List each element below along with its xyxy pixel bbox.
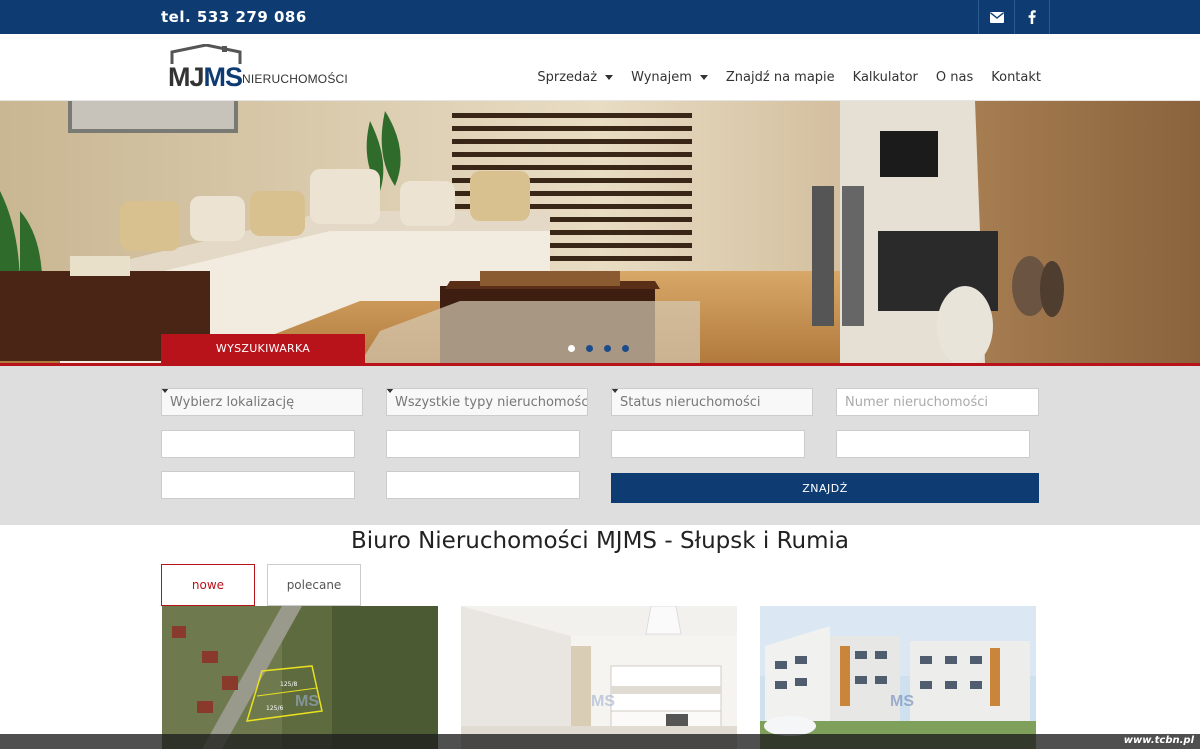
nav-znajdz-na-mapie[interactable]: Znajdź na mapie (726, 70, 835, 85)
facebook-icon[interactable] (1014, 0, 1050, 34)
nav-label: Znajdź na mapie (725, 70, 835, 85)
search-submit-button[interactable]: ZNAJDŹ (611, 473, 1039, 503)
card-watermark-logo: MS (890, 693, 914, 710)
search-field-input[interactable] (611, 430, 805, 458)
nav-kalkulator[interactable]: Kalkulator (853, 70, 918, 85)
logo-mark-blue: MS (203, 62, 243, 92)
envelope-icon[interactable] (978, 0, 1014, 34)
card-watermark-logo: MS (591, 693, 615, 710)
search-panel: Wybierz lokalizację Wszystkie typy nieru… (0, 363, 1200, 525)
search-field-input[interactable] (836, 430, 1030, 458)
logo-mark-dark: MJ (168, 62, 205, 92)
phone-number[interactable]: tel. 533 279 086 (161, 8, 307, 26)
logo-subtitle: NIERUCHOMOŚCI (242, 72, 348, 86)
main-nav: Sprzedaż Wynajem Znajdź na mapie Kalkula… (537, 70, 1041, 85)
location-select[interactable]: Wybierz lokalizację (161, 388, 363, 416)
slider-dots (568, 345, 629, 352)
slider-dot-3[interactable] (604, 345, 611, 352)
plot-label: 125/6 (266, 705, 283, 712)
property-number-input[interactable]: Numer nieruchomości (836, 388, 1039, 416)
plot-label: 125/8 (280, 681, 297, 688)
hero-living-room-image (0, 101, 1200, 363)
caret-down-icon (699, 75, 708, 80)
nav-o-nas[interactable]: O nas (936, 70, 973, 85)
nav-label: Kalkulator (852, 70, 918, 85)
property-card-building[interactable]: MS (760, 606, 1036, 749)
search-field-input[interactable] (386, 430, 580, 458)
property-card-apartment[interactable]: MS (461, 606, 737, 749)
apartment-interior-image: MS (461, 606, 737, 749)
top-bar: tel. 533 279 086 (0, 0, 1200, 34)
tab-nowe[interactable]: nowe (161, 564, 255, 606)
hero-slider (0, 101, 1200, 363)
logo-mark: MJMS (168, 62, 243, 93)
property-status-select[interactable]: Status nieruchomości (611, 388, 813, 416)
apartment-building-image: MS (760, 606, 1036, 749)
property-card-plot[interactable]: 125/8 125/6 MS (162, 606, 438, 749)
search-field-input[interactable] (161, 430, 355, 458)
footer-bar: www.tcbn.pl (0, 734, 1200, 749)
slider-dot-2[interactable] (586, 345, 593, 352)
card-watermark-logo: MS (295, 693, 319, 710)
nav-label: Kontakt (991, 70, 1041, 85)
search-field-input[interactable] (386, 471, 580, 499)
nav-kontakt[interactable]: Kontakt (991, 70, 1041, 85)
property-type-select[interactable]: Wszystkie typy nieruchomości (386, 388, 588, 416)
search-field-input[interactable] (161, 471, 355, 499)
search-panel-tab[interactable]: WYSZUKIWARKA (161, 334, 365, 363)
nav-label: Sprzedaż (537, 70, 598, 85)
nav-sprzedaz[interactable]: Sprzedaż (537, 70, 614, 85)
tab-polecane[interactable]: polecane (267, 564, 361, 606)
nav-label: O nas (935, 70, 974, 85)
page-title: Biuro Nieruchomości MJMS - Słupsk i Rumi… (351, 528, 849, 554)
nav-wynajem[interactable]: Wynajem (631, 70, 708, 85)
site-logo[interactable]: MJMS NIERUCHOMOŚCI (168, 44, 348, 94)
slider-dot-4[interactable] (622, 345, 629, 352)
caret-down-icon (605, 75, 614, 80)
nav-label: Wynajem (631, 70, 692, 85)
slider-dot-1[interactable] (568, 345, 575, 352)
site-header: MJMS NIERUCHOMOŚCI Sprzedaż Wynajem Znaj… (0, 34, 1200, 101)
aerial-map-image: 125/8 125/6 MS (162, 606, 438, 749)
site-credit[interactable]: www.tcbn.pl (1124, 735, 1194, 746)
